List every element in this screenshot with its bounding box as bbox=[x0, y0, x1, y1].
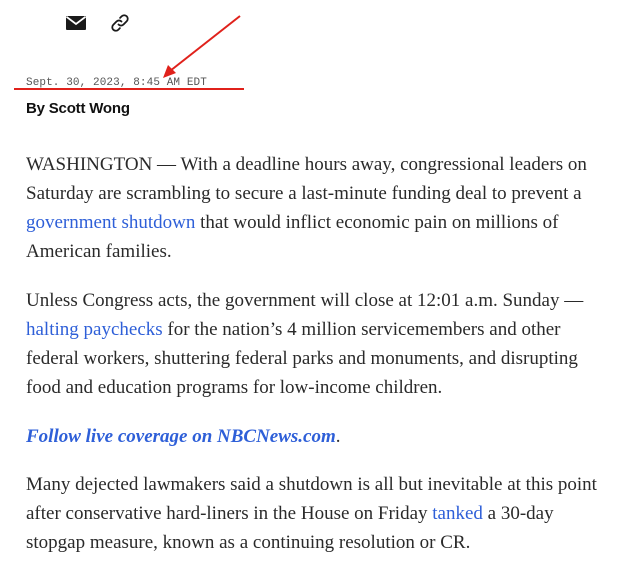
share-bar bbox=[64, 11, 132, 35]
tanked-link[interactable]: tanked bbox=[432, 503, 483, 524]
live-coverage-link[interactable]: Follow live coverage on NBCNews.com bbox=[26, 426, 336, 447]
halting-paychecks-link[interactable]: halting paychecks bbox=[26, 319, 163, 340]
article-body: WASHINGTON — With a deadline hours away,… bbox=[26, 150, 611, 577]
paragraph-text: . bbox=[335, 426, 341, 447]
paragraph-text: WASHINGTON — With a deadline hours away,… bbox=[26, 154, 587, 204]
government-shutdown-link[interactable]: government shutdown bbox=[26, 212, 195, 233]
link-icon[interactable] bbox=[108, 11, 132, 35]
envelope-icon[interactable] bbox=[64, 11, 88, 35]
author-byline: By Scott Wong bbox=[26, 100, 130, 117]
paragraph-3: Follow live coverage on NBCNews.com. bbox=[26, 422, 611, 451]
paragraph-4: Many dejected lawmakers said a shutdown … bbox=[26, 470, 611, 557]
paragraph-2: Unless Congress acts, the government wil… bbox=[26, 286, 611, 402]
paragraph-text: Unless Congress acts, the government wil… bbox=[26, 290, 584, 311]
paragraph-1: WASHINGTON — With a deadline hours away,… bbox=[26, 150, 611, 266]
publish-timestamp: Sept. 30, 2023, 8:45 AM EDT bbox=[26, 77, 207, 89]
